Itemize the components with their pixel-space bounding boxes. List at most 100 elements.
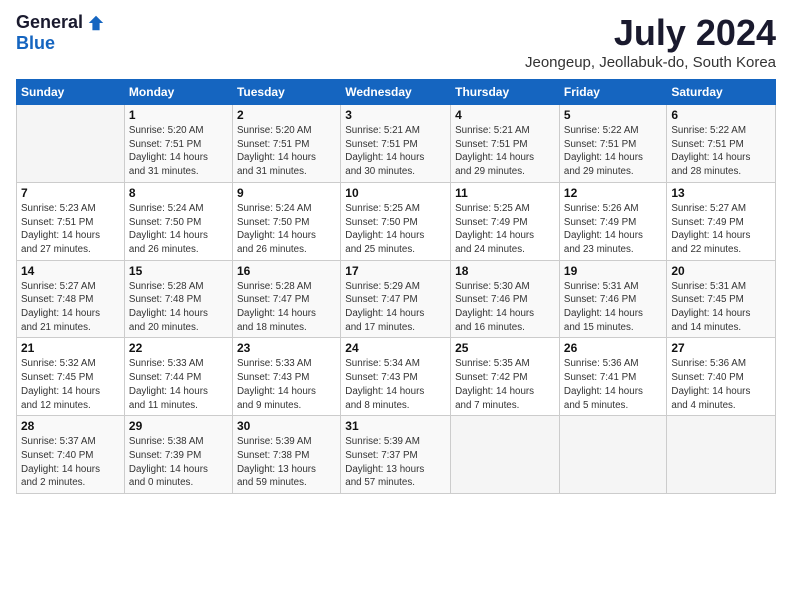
day-info: Sunrise: 5:37 AMSunset: 7:40 PMDaylight:…: [21, 435, 120, 490]
table-row: 20 Sunrise: 5:31 AMSunset: 7:45 PMDayligh…: [667, 260, 776, 338]
table-row: [667, 416, 776, 494]
col-monday: Monday: [124, 80, 232, 105]
table-row: 25 Sunrise: 5:35 AMSunset: 7:42 PMDayligh…: [451, 338, 560, 416]
table-row: 15 Sunrise: 5:28 AMSunset: 7:48 PMDayligh…: [124, 260, 232, 338]
logo: General Blue: [16, 12, 105, 54]
col-friday: Friday: [559, 80, 666, 105]
table-row: 26Sunrise: 5:36 AMSunset: 7:41 PMDayligh…: [559, 338, 666, 416]
day-info: Sunrise: 5:25 AMSunset: 7:49 PMDaylight:…: [455, 202, 555, 257]
table-row: 22 Sunrise: 5:33 AMSunset: 7:44 PMDayligh…: [124, 338, 232, 416]
day-number: 16: [237, 264, 336, 278]
day-info: Sunrise: 5:22 AMSunset: 7:51 PMDaylight:…: [564, 124, 662, 179]
day-info: Sunrise: 5:32 AMSunset: 7:45 PMDaylight:…: [21, 357, 120, 412]
calendar-week-4: 21 Sunrise: 5:32 AMSunset: 7:45 PMDayligh…: [17, 338, 776, 416]
day-number: 6: [671, 108, 771, 122]
day-info: Sunrise: 5:26 AMSunset: 7:49 PMDaylight:…: [564, 202, 662, 257]
day-number: 24: [345, 341, 446, 355]
day-info: Sunrise: 5:34 AMSunset: 7:43 PMDaylight:…: [345, 357, 446, 412]
day-number: 13: [671, 186, 771, 200]
day-number: 18: [455, 264, 555, 278]
day-number: 19: [564, 264, 662, 278]
table-row: 28 Sunrise: 5:37 AMSunset: 7:40 PMDayligh…: [17, 416, 125, 494]
day-info: Sunrise: 5:39 AMSunset: 7:38 PMDaylight:…: [237, 435, 336, 490]
table-row: 3Sunrise: 5:21 AMSunset: 7:51 PMDaylight…: [341, 105, 451, 183]
table-row: 27 Sunrise: 5:36 AMSunset: 7:40 PMDayligh…: [667, 338, 776, 416]
table-row: 30 Sunrise: 5:39 AMSunset: 7:38 PMDayligh…: [232, 416, 340, 494]
day-info: Sunrise: 5:36 AMSunset: 7:40 PMDaylight:…: [671, 357, 771, 412]
day-info: Sunrise: 5:20 AMSunset: 7:51 PMDaylight:…: [237, 124, 336, 179]
day-number: 31: [345, 419, 446, 433]
table-row: [17, 105, 125, 183]
day-number: 15: [129, 264, 228, 278]
day-number: 2: [237, 108, 336, 122]
day-number: 28: [21, 419, 120, 433]
day-info: Sunrise: 5:33 AMSunset: 7:43 PMDaylight:…: [237, 357, 336, 412]
day-number: 23: [237, 341, 336, 355]
day-info: Sunrise: 5:31 AMSunset: 7:45 PMDaylight:…: [671, 280, 771, 335]
table-row: 21 Sunrise: 5:32 AMSunset: 7:45 PMDayligh…: [17, 338, 125, 416]
table-row: 17 Sunrise: 5:29 AMSunset: 7:47 PMDayligh…: [341, 260, 451, 338]
day-number: 4: [455, 108, 555, 122]
day-info: Sunrise: 5:20 AMSunset: 7:51 PMDaylight:…: [129, 124, 228, 179]
calendar-week-1: 1 Sunrise: 5:20 AMSunset: 7:51 PMDaylight…: [17, 105, 776, 183]
day-number: 21: [21, 341, 120, 355]
day-info: Sunrise: 5:28 AMSunset: 7:48 PMDaylight:…: [129, 280, 228, 335]
day-number: 17: [345, 264, 446, 278]
table-row: 9 Sunrise: 5:24 AMSunset: 7:50 PMDaylight…: [232, 182, 340, 260]
table-row: 13 Sunrise: 5:27 AMSunset: 7:49 PMDayligh…: [667, 182, 776, 260]
day-info: Sunrise: 5:21 AMSunset: 7:51 PMDaylight:…: [455, 124, 555, 179]
day-number: 22: [129, 341, 228, 355]
day-info: Sunrise: 5:36 AMSunset: 7:41 PMDaylight:…: [564, 357, 662, 412]
table-row: 16 Sunrise: 5:28 AMSunset: 7:47 PMDayligh…: [232, 260, 340, 338]
calendar-table: Sunday Monday Tuesday Wednesday Thursday…: [16, 79, 776, 494]
table-row: 2 Sunrise: 5:20 AMSunset: 7:51 PMDaylight…: [232, 105, 340, 183]
table-row: [451, 416, 560, 494]
table-row: 10Sunrise: 5:25 AMSunset: 7:50 PMDayligh…: [341, 182, 451, 260]
calendar-week-3: 14Sunrise: 5:27 AMSunset: 7:48 PMDayligh…: [17, 260, 776, 338]
day-info: Sunrise: 5:22 AMSunset: 7:51 PMDaylight:…: [671, 124, 771, 179]
day-info: Sunrise: 5:38 AMSunset: 7:39 PMDaylight:…: [129, 435, 228, 490]
table-row: 1 Sunrise: 5:20 AMSunset: 7:51 PMDaylight…: [124, 105, 232, 183]
day-info: Sunrise: 5:30 AMSunset: 7:46 PMDaylight:…: [455, 280, 555, 335]
month-title: July 2024: [525, 12, 776, 54]
day-number: 5: [564, 108, 662, 122]
day-info: Sunrise: 5:24 AMSunset: 7:50 PMDaylight:…: [129, 202, 228, 257]
calendar-header-row: Sunday Monday Tuesday Wednesday Thursday…: [17, 80, 776, 105]
day-number: 29: [129, 419, 228, 433]
day-number: 7: [21, 186, 120, 200]
day-info: Sunrise: 5:28 AMSunset: 7:47 PMDaylight:…: [237, 280, 336, 335]
table-row: 24 Sunrise: 5:34 AMSunset: 7:43 PMDayligh…: [341, 338, 451, 416]
day-info: Sunrise: 5:23 AMSunset: 7:51 PMDaylight:…: [21, 202, 120, 257]
day-number: 1: [129, 108, 228, 122]
day-number: 11: [455, 186, 555, 200]
table-row: 14Sunrise: 5:27 AMSunset: 7:48 PMDayligh…: [17, 260, 125, 338]
day-number: 30: [237, 419, 336, 433]
table-row: 29 Sunrise: 5:38 AMSunset: 7:39 PMDayligh…: [124, 416, 232, 494]
location-subtitle: Jeongeup, Jeollabuk-do, South Korea: [525, 54, 776, 71]
logo-general-text: General: [16, 12, 83, 33]
day-number: 10: [345, 186, 446, 200]
day-info: Sunrise: 5:27 AMSunset: 7:49 PMDaylight:…: [671, 202, 771, 257]
table-row: 11 Sunrise: 5:25 AMSunset: 7:49 PMDayligh…: [451, 182, 560, 260]
day-info: Sunrise: 5:35 AMSunset: 7:42 PMDaylight:…: [455, 357, 555, 412]
table-row: 8Sunrise: 5:24 AMSunset: 7:50 PMDaylight…: [124, 182, 232, 260]
day-info: Sunrise: 5:21 AMSunset: 7:51 PMDaylight:…: [345, 124, 446, 179]
day-info: Sunrise: 5:33 AMSunset: 7:44 PMDaylight:…: [129, 357, 228, 412]
day-number: 25: [455, 341, 555, 355]
table-row: 5 Sunrise: 5:22 AMSunset: 7:51 PMDaylight…: [559, 105, 666, 183]
table-row: 7 Sunrise: 5:23 AMSunset: 7:51 PMDaylight…: [17, 182, 125, 260]
table-row: 18 Sunrise: 5:30 AMSunset: 7:46 PMDayligh…: [451, 260, 560, 338]
title-block: July 2024 Jeongeup, Jeollabuk-do, South …: [525, 12, 776, 71]
day-info: Sunrise: 5:39 AMSunset: 7:37 PMDaylight:…: [345, 435, 446, 490]
day-info: Sunrise: 5:29 AMSunset: 7:47 PMDaylight:…: [345, 280, 446, 335]
day-number: 9: [237, 186, 336, 200]
day-number: 27: [671, 341, 771, 355]
logo-blue-text: Blue: [16, 33, 55, 54]
day-info: Sunrise: 5:24 AMSunset: 7:50 PMDaylight:…: [237, 202, 336, 257]
page-header: General Blue July 2024 Jeongeup, Jeollab…: [16, 12, 776, 71]
day-number: 12: [564, 186, 662, 200]
day-number: 20: [671, 264, 771, 278]
table-row: 12 Sunrise: 5:26 AMSunset: 7:49 PMDayligh…: [559, 182, 666, 260]
calendar-week-5: 28 Sunrise: 5:37 AMSunset: 7:40 PMDayligh…: [17, 416, 776, 494]
table-row: 4 Sunrise: 5:21 AMSunset: 7:51 PMDaylight…: [451, 105, 560, 183]
